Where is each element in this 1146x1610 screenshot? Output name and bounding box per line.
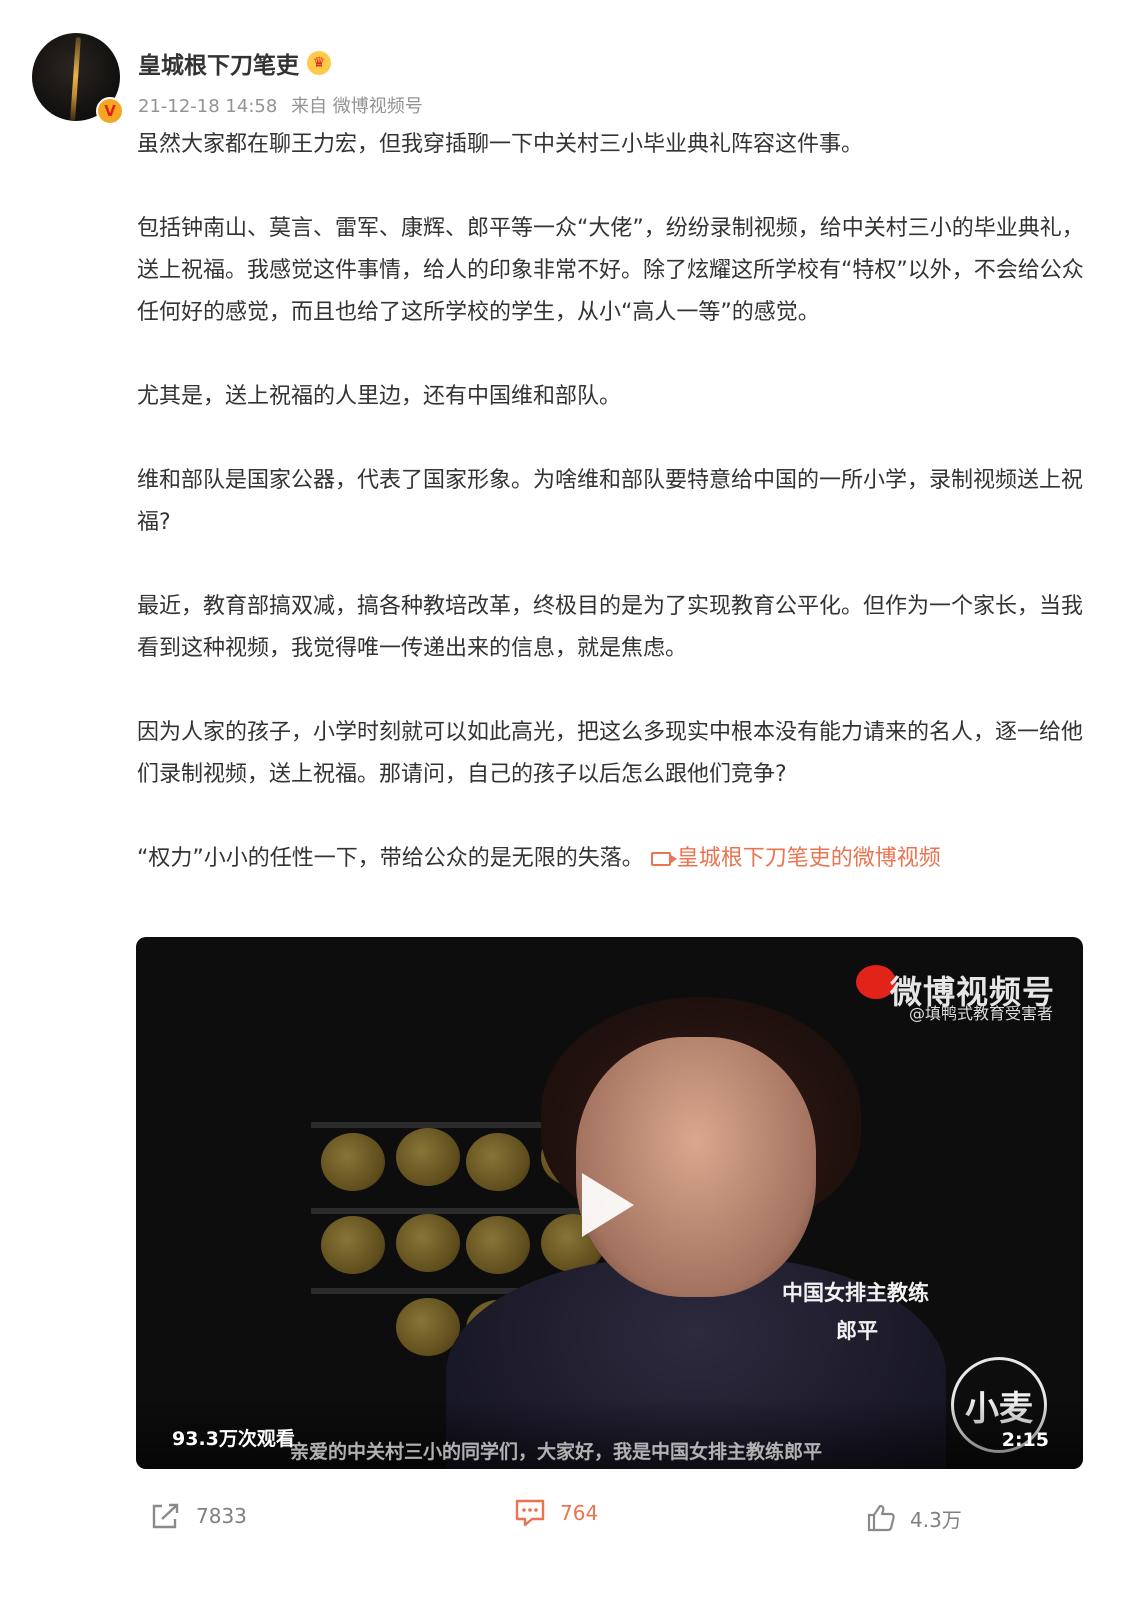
post-paragraph-text: “权力”小小的任性一下，带给公众的是无限的失落。: [137, 846, 644, 871]
post-meta: 21-12-18 14:58 来自 微博视频号: [138, 92, 423, 118]
repost-button[interactable]: 7833: [150, 1502, 247, 1530]
avatar-image: [70, 36, 81, 121]
video-duration: 2:15: [1001, 1429, 1049, 1451]
video-watermark-sub: @填鸭式教育受害者: [908, 1004, 1053, 1023]
comment-button[interactable]: 764: [514, 1498, 598, 1528]
post-paragraph: 维和部队是国家公器，代表了国家形象。为啥维和部队要特意给中国的一所小学，录制视频…: [137, 468, 1084, 535]
post-content: 虽然大家都在聊王力宏，但我穿插聊一下中关村三小毕业典礼阵容这件事。 包括钟南山、…: [137, 124, 1087, 922]
video-link-text: 皇城根下刀笔吏的微博视频: [676, 846, 941, 871]
author-name[interactable]: 皇城根下刀笔吏: [138, 46, 299, 80]
video-subtitle: 亲爱的中关村三小的同学们，大家好，我是中国女排主教练郎平: [290, 1441, 823, 1463]
video-link[interactable]: 皇城根下刀笔吏的微博视频: [650, 846, 941, 871]
thumbs-up-icon: [867, 1504, 895, 1532]
view-count: 93.3万次观看: [172, 1428, 295, 1450]
post-paragraph: 尤其是，送上祝福的人里边，还有中国维和部队。: [137, 384, 622, 409]
author-name-row: 皇城根下刀笔吏 ♛: [138, 46, 331, 80]
post-source[interactable]: 来自 微博视频号: [291, 96, 423, 117]
video-caption-name: 郎平: [836, 1319, 878, 1343]
play-icon[interactable]: [582, 1173, 634, 1237]
video-icon: [650, 852, 677, 866]
post-paragraph: 因为人家的孩子，小学时刻就可以如此高光，把这么多现实中根本没有能力请来的名人，逐…: [137, 720, 1084, 787]
repost-icon: [152, 1503, 179, 1529]
comment-count: 764: [560, 1501, 599, 1525]
video-caption-role: 中国女排主教练: [782, 1281, 929, 1305]
post-paragraph-last: “权力”小小的任性一下，带给公众的是无限的失落。 皇城根下刀笔吏的微博视频: [137, 838, 1087, 880]
like-button[interactable]: 4.3万: [866, 1503, 962, 1533]
post-paragraph: 包括钟南山、莫言、雷军、康辉、郎平等一众“大佬”，纷纷录制视频，给中关村三小的毕…: [137, 216, 1084, 325]
like-count: 4.3万: [910, 1507, 962, 1532]
action-bar: 7833 764 4.3万: [0, 1498, 1146, 1538]
crown-icon: ♛: [307, 51, 331, 75]
verified-badge-icon: V: [96, 97, 124, 125]
comment-icon: [515, 1499, 545, 1527]
post-paragraph: 最近，教育部搞双减，搞各种教培改革，终极目的是为了实现教育公平化。但作为一个家长…: [137, 594, 1084, 661]
post-paragraph: 虽然大家都在聊王力宏，但我穿插聊一下中关村三小毕业典礼阵容这件事。: [137, 132, 864, 157]
repost-count: 7833: [196, 1504, 247, 1528]
video-player[interactable]: 微博视频号 @填鸭式教育受害者 中国女排主教练 郎平 小麦 亲爱的中关村三小的同…: [136, 937, 1083, 1469]
post-timestamp[interactable]: 21-12-18 14:58: [138, 96, 277, 117]
